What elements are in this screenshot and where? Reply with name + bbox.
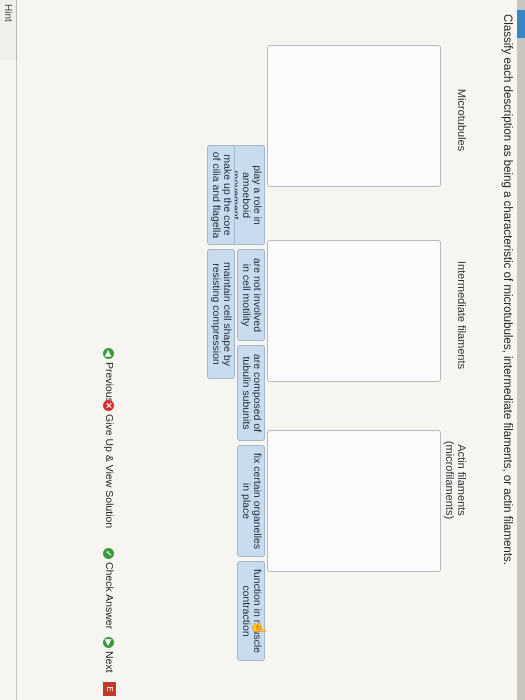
hand-cursor-icon: ☝ <box>252 620 267 637</box>
column-header-microtubules: Microtubules <box>455 88 467 152</box>
tile-fix-organelles[interactable]: fix certain organelles in place <box>237 445 265 557</box>
tile-cilia-flagella[interactable]: make up the core of cilia and flagella <box>207 145 235 245</box>
top-bar <box>517 0 525 700</box>
column-header-actin: Actin filaments (microfilaments) <box>443 440 467 520</box>
question-text: Classify each description as being a cha… <box>501 14 513 565</box>
activity-page: Classify each description as being a cha… <box>0 0 525 700</box>
active-tab[interactable] <box>517 10 525 38</box>
tile-cell-shape[interactable]: maintain cell shape by resisting compres… <box>207 249 235 379</box>
previous-arrow-icon: ◀ <box>103 348 115 359</box>
hint-button[interactable]: Hint <box>0 0 17 60</box>
screenshot-stage: Classify each description as being a cha… <box>0 0 525 700</box>
drop-zone-actin[interactable] <box>267 430 441 572</box>
give-up-button[interactable]: ✕ Give Up & View Solution <box>103 400 115 528</box>
tile-bank: play a role in amoeboid movement are not… <box>135 145 265 665</box>
drop-zone-microtubules[interactable] <box>267 45 441 187</box>
next-button[interactable]: ▶ Next <box>103 637 115 673</box>
tile-not-motility[interactable]: are not involved in cell motility <box>237 249 265 341</box>
column-header-intermediate: Intermediate filaments <box>455 260 467 370</box>
drop-zone-intermediate[interactable] <box>267 240 441 382</box>
hint-label: Hint <box>2 4 13 22</box>
previous-button[interactable]: ◀ Previous <box>103 348 115 403</box>
next-label: Next <box>103 651 115 673</box>
give-up-label: Give Up & View Solution <box>103 414 115 529</box>
exit-label: E <box>105 686 114 692</box>
tile-muscle[interactable]: function in muscle contraction <box>237 561 265 661</box>
give-up-x-icon: ✕ <box>103 400 115 411</box>
next-arrow-icon: ▶ <box>103 637 115 648</box>
hint-divider <box>16 0 17 700</box>
exit-flag-icon[interactable]: E <box>103 682 116 696</box>
previous-label: Previous <box>103 362 115 403</box>
check-answer-label: Check Answer <box>103 562 115 630</box>
tile-tubulin[interactable]: are composed of tubulin subunits <box>237 345 265 441</box>
check-answer-button[interactable]: ✓ Check Answer <box>103 548 115 629</box>
check-icon: ✓ <box>103 548 115 559</box>
